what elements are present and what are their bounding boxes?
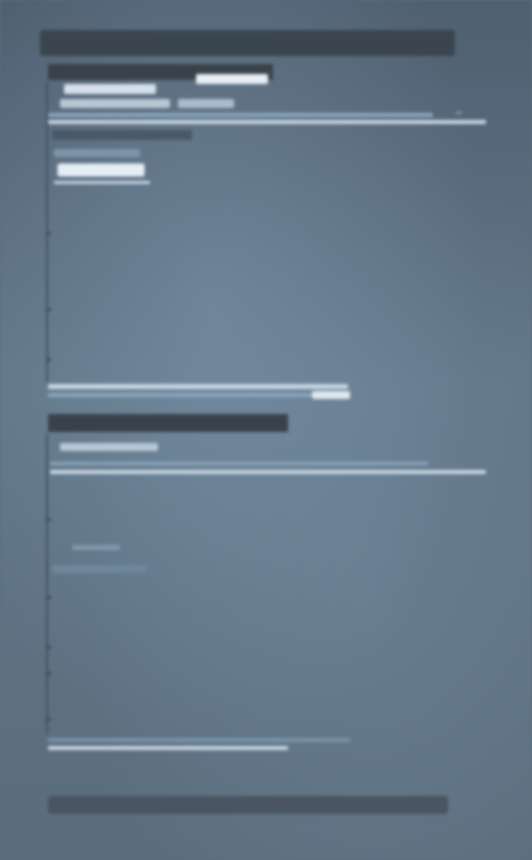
section2-side-line (46, 434, 48, 734)
section2-row1 (60, 443, 158, 451)
section2-marker-5 (46, 718, 51, 721)
section2-header (48, 414, 288, 432)
section1-button[interactable] (58, 164, 144, 176)
section1-marker-2 (46, 308, 51, 311)
top-bar (40, 30, 455, 56)
section1-marker-1 (46, 232, 51, 235)
section2-long-row-underline (50, 470, 486, 474)
bottom-bar (48, 796, 448, 814)
section1-info-text (54, 149, 140, 157)
section1-bottom-chip (312, 391, 350, 399)
section2-label-a (72, 545, 120, 550)
section1-subheader (52, 130, 192, 140)
section2-label-b (52, 565, 146, 573)
section1-row1-right (196, 74, 268, 84)
section2-bottom-strip-2 (48, 746, 288, 750)
section1-long-row-badge (456, 112, 462, 114)
section1-long-row-underline (48, 120, 486, 124)
section1-row2-left (60, 99, 170, 108)
section2-marker-4 (46, 672, 51, 675)
section2-long-row (50, 462, 428, 465)
section2-marker-1 (46, 518, 51, 521)
section1-button-underline (54, 181, 150, 184)
section2-marker-3 (46, 646, 51, 649)
section2-marker-2 (46, 596, 51, 599)
section1-marker-3 (46, 358, 51, 361)
screen (0, 0, 532, 860)
section1-long-row (48, 113, 433, 117)
section1-bottom-strip (48, 384, 348, 389)
section1-row1 (64, 84, 156, 94)
section2-bottom-strip (48, 738, 350, 742)
section1-bottom-strip-2 (48, 393, 348, 397)
section1-row2-right (178, 99, 234, 108)
